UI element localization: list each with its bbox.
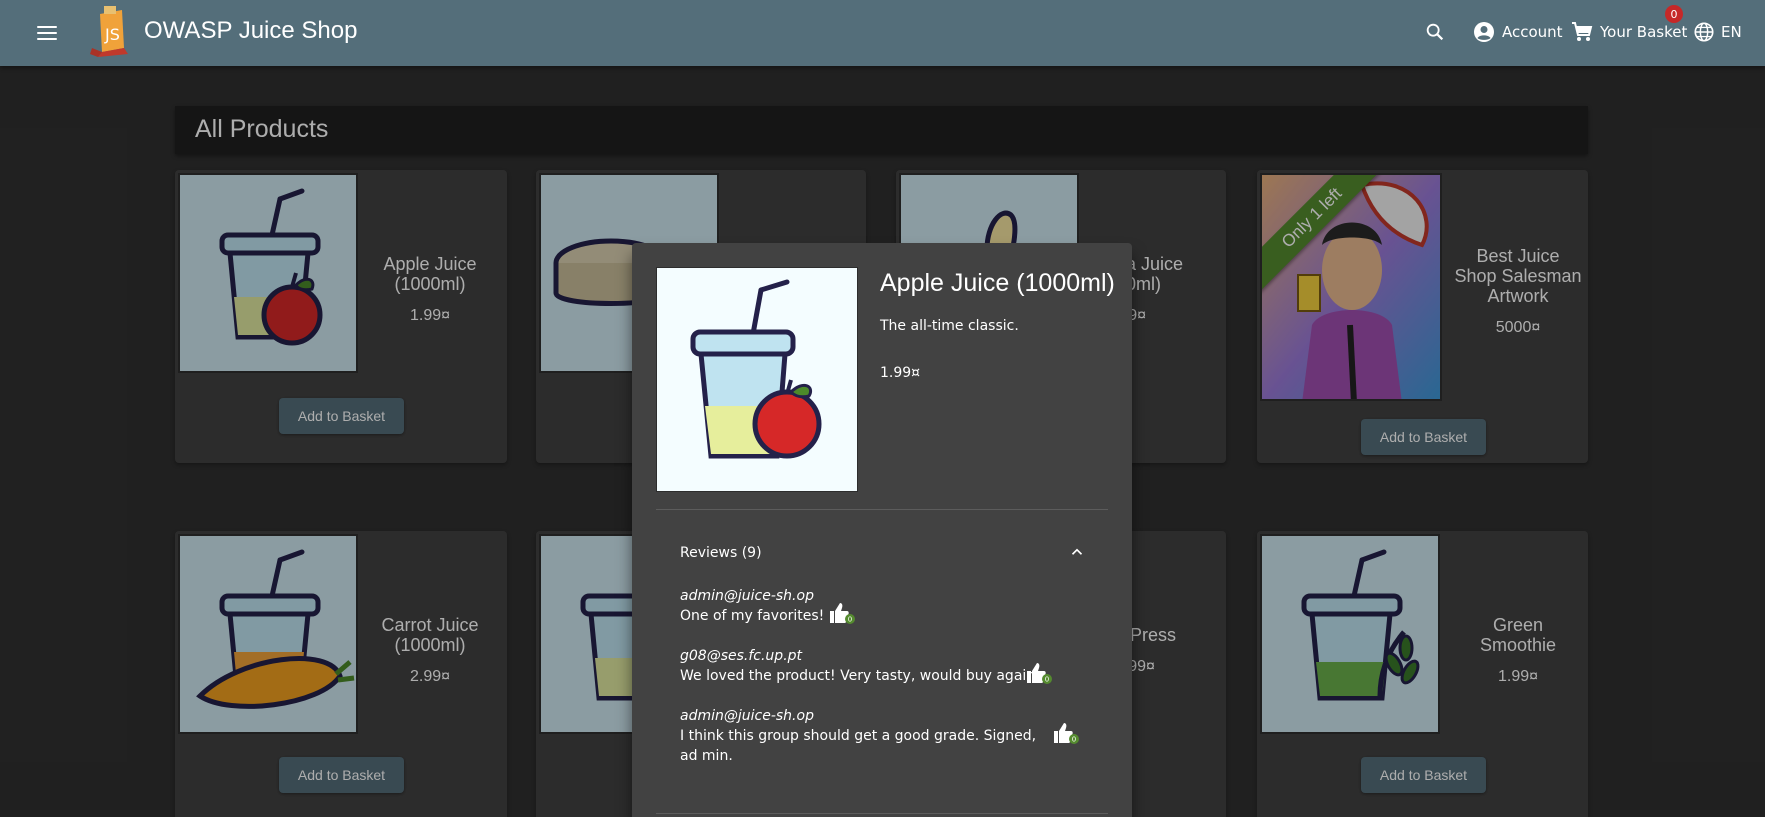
juice-shop-logo[interactable]: JS	[88, 4, 138, 58]
shopping-cart-icon	[1572, 22, 1593, 41]
review-author: g08@ses.fc.up.pt	[680, 648, 803, 664]
language-globe-icon	[1694, 22, 1714, 42]
review-message: One of my favorites!	[680, 608, 825, 624]
review-author: admin@juice-sh.op	[680, 588, 814, 604]
dialog-divider	[656, 813, 1108, 814]
thumb-up-icon: 0	[1054, 723, 1079, 744]
like-review-button[interactable]: 0	[828, 601, 856, 625]
language-label: EN	[1721, 23, 1742, 41]
like-count: 0	[848, 616, 852, 624]
like-count: 0	[1045, 676, 1049, 684]
search-icon	[1426, 23, 1444, 41]
review-message: We loved the product! Very tasty, would …	[680, 668, 1040, 684]
like-review-button[interactable]: 0	[1052, 721, 1080, 745]
product-detail-image	[656, 267, 858, 492]
dialog-divider	[656, 509, 1108, 510]
thumb-up-icon: 0	[830, 603, 855, 624]
language-button[interactable]: EN	[1693, 18, 1742, 46]
review-item: admin@juice-sh.op One of my favorites!	[680, 586, 1050, 626]
basket-count-badge: 0	[1665, 5, 1683, 23]
svg-text:JS: JS	[104, 25, 120, 44]
thumb-up-icon: 0	[1027, 663, 1052, 684]
menu-button[interactable]	[32, 20, 62, 46]
account-button[interactable]: Account	[1472, 18, 1563, 46]
product-details-dialog: Apple Juice (1000ml) The all-time classi…	[632, 243, 1132, 817]
top-toolbar: JS OWASP Juice Shop Account Your Basket …	[0, 0, 1765, 66]
review-item: admin@juice-sh.op I think this group sho…	[680, 706, 1040, 766]
like-count: 0	[1072, 736, 1076, 744]
account-circle-icon	[1474, 22, 1494, 42]
reviews-panel-header[interactable]: Reviews (9)	[680, 545, 762, 561]
review-item: g08@ses.fc.up.pt We loved the product! V…	[680, 646, 1050, 686]
chevron-up-icon[interactable]	[1068, 543, 1086, 561]
search-button[interactable]	[1424, 18, 1446, 46]
dialog-product-title: Apple Juice (1000ml)	[880, 269, 1115, 297]
app-title[interactable]: OWASP Juice Shop	[144, 17, 357, 45]
review-message: I think this group should get a good gra…	[680, 728, 1037, 764]
review-author: admin@juice-sh.op	[680, 708, 814, 724]
like-review-button[interactable]: 0	[1025, 661, 1053, 685]
dialog-product-description: The all-time classic.	[880, 318, 1019, 334]
dialog-product-price: 1.99¤	[880, 365, 921, 381]
basket-label: Your Basket	[1600, 23, 1688, 41]
account-label: Account	[1502, 23, 1563, 41]
